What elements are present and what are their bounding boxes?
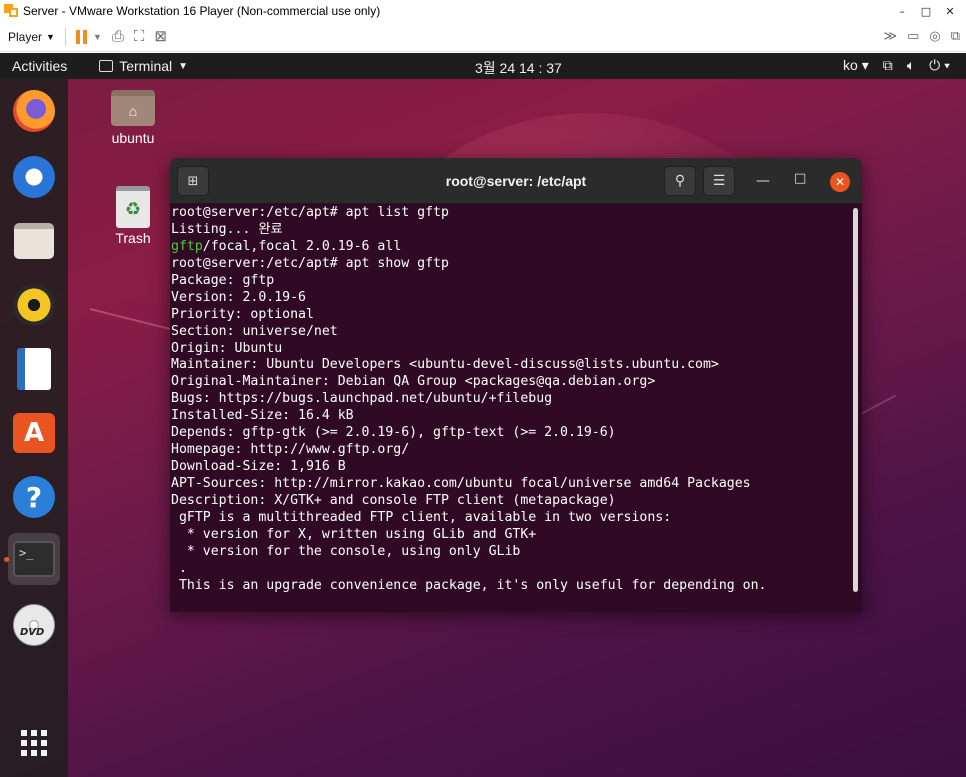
send-ctrl-alt-del-icon[interactable]: ⎙ [112,29,124,44]
desktop-icon-label: Trash [115,230,151,246]
terminal-line: Maintainer: Ubuntu Developers <ubuntu-de… [171,357,719,373]
vmware-logo-icon [4,3,20,19]
dock-item-dvd[interactable]: DVD [8,599,60,651]
desktop-icon-label: ubuntu [111,130,155,146]
dock-item-thunderbird[interactable] [8,151,60,203]
terminal-line: Original-Maintainer: Debian QA Group <pa… [171,374,656,390]
firefox-icon [13,90,55,132]
terminal-line: Bugs: https://bugs.launchpad.net/ubuntu/… [171,391,553,407]
power-icon[interactable]: ⏻ ▾ [929,57,950,74]
dock-item-writer[interactable] [8,343,60,395]
terminal-line: APT-Sources: http://mirror.kakao.com/ubu… [171,476,751,491]
expand-icon[interactable]: ≫ [883,28,897,44]
terminal-scrollbar[interactable] [853,208,858,592]
hard-disk-icon[interactable]: ▭ [907,28,919,44]
terminal-window: ⊞ root@server: /etc/apt ⚲ ☰ — □ ✕ root@s… [170,158,862,612]
libreoffice-writer-icon [17,348,51,390]
terminal-line: Download-Size: 1,916 B [171,459,346,475]
terminal-line: Origin: Ubuntu [171,340,283,356]
app-menu[interactable]: Terminal ▼ [99,58,188,74]
chevron-down-icon[interactable]: ▼ [93,32,102,42]
search-icon: ⚲ [674,173,686,189]
window-title: Server - VMware Workstation 16 Player (N… [23,4,381,18]
terminal-line: Description: X/GTK+ and console FTP clie… [171,492,616,508]
ubuntu-software-icon: A [13,413,55,453]
dock-item-files[interactable] [8,215,60,267]
dock-item-firefox[interactable] [8,85,60,137]
terminal-output[interactable]: root@server:/etc/apt# apt list gftp Listi… [171,205,848,612]
player-menu-button[interactable]: Player ▼ [8,30,55,44]
unity-icon[interactable]: ⊠ [154,29,167,44]
trash-icon: ♻ [116,186,150,228]
terminal-headerbar: ⊞ root@server: /etc/apt ⚲ ☰ — □ ✕ [170,158,862,204]
terminal-line: Package: gftp [171,272,275,288]
files-icon [14,223,54,259]
terminal-line: root@server:/etc/apt# apt show gftp [171,255,449,271]
terminal-line: gFTP is a multithreaded FTP client, avai… [171,509,672,525]
app-menu-label: Terminal [119,58,173,74]
network-icon[interactable]: ⧉ [883,57,893,74]
activities-button[interactable]: Activities [12,58,67,74]
dock-item-rhythmbox[interactable] [8,279,60,331]
search-button[interactable]: ⚲ [664,166,696,196]
terminal-line: Version: 2.0.19-6 [171,289,306,305]
terminal-line: . [171,560,187,576]
thunderbird-icon [13,156,55,198]
desktop-icon-home[interactable]: ⌂ ubuntu [98,90,168,146]
rhythmbox-icon [13,284,55,326]
desktop-icon-trash[interactable]: ♻ Trash [98,186,168,246]
toolbar-divider [64,27,66,46]
terminal-line: Installed-Size: 16.4 kB [171,408,354,424]
terminal-line: gftp/focal,focal 2.0.19-6 all [171,238,402,254]
terminal-icon: >_ [13,541,55,577]
minimize-button[interactable]: – [890,5,914,18]
menu-icon: ☰ [712,173,726,189]
input-method-indicator[interactable]: ko ▾ [843,57,869,74]
clock[interactable]: 3월 24 14 : 37 [475,58,562,78]
chevron-down-icon: ▼ [46,31,55,42]
dock-item-terminal[interactable]: >_ [8,533,60,585]
terminal-line: Section: universe/net [171,323,338,339]
fullscreen-icon[interactable]: ⛶ [134,29,145,44]
pause-icon[interactable] [75,29,87,44]
volume-icon[interactable]: 🔈︎ [907,57,915,74]
dock: A ? >_ DVD [0,79,68,777]
terminal-minimize-button[interactable]: — [756,173,770,189]
terminal-close-button[interactable]: ✕ [830,172,850,192]
maximize-button[interactable]: □ [914,5,938,18]
terminal-line: Listing... 완료 [171,221,283,237]
terminal-line: Priority: optional [171,306,314,322]
help-icon: ? [13,476,55,518]
terminal-maximize-button[interactable]: □ [794,171,806,186]
terminal-line: * version for the console, using only GL… [171,543,521,559]
terminal-line: Homepage: http://www.gftp.org/ [171,442,410,458]
chevron-down-icon: ▼ [178,60,189,72]
home-folder-icon: ⌂ [111,90,155,126]
hamburger-menu-button[interactable]: ☰ [703,166,735,196]
terminal-line: * version for X, written using GLib and … [171,526,537,542]
terminal-line: This is an upgrade convenience package, … [171,577,767,593]
show-applications-button[interactable] [8,717,60,769]
terminal-line: Depends: gftp-gtk (>= 2.0.19-6), gftp-te… [171,425,616,441]
terminal-small-icon [99,60,114,72]
close-button[interactable]: ✕ [938,5,962,18]
dvd-icon: DVD [13,604,55,646]
cd-dvd-icon[interactable]: ◎ [929,28,940,44]
terminal-line: root@server:/etc/apt# apt list gftp [171,205,449,220]
vmware-titlebar: Server - VMware Workstation 16 Player (N… [0,0,966,22]
vmware-toolbar: Player ▼ ▼ ⎙ ⛶ ⊠ ≫ ▭ ◎ ⧉ [0,22,966,52]
dock-item-help[interactable]: ? [8,471,60,523]
player-menu-label: Player [8,29,43,44]
dock-item-software[interactable]: A [8,407,60,459]
gnome-topbar: Activities Terminal ▼ 3월 24 14 : 37 ko ▾… [0,53,966,79]
close-icon: ✕ [834,175,846,189]
show-applications-icon [21,730,47,756]
network-icon[interactable]: ⧉ [951,28,960,44]
